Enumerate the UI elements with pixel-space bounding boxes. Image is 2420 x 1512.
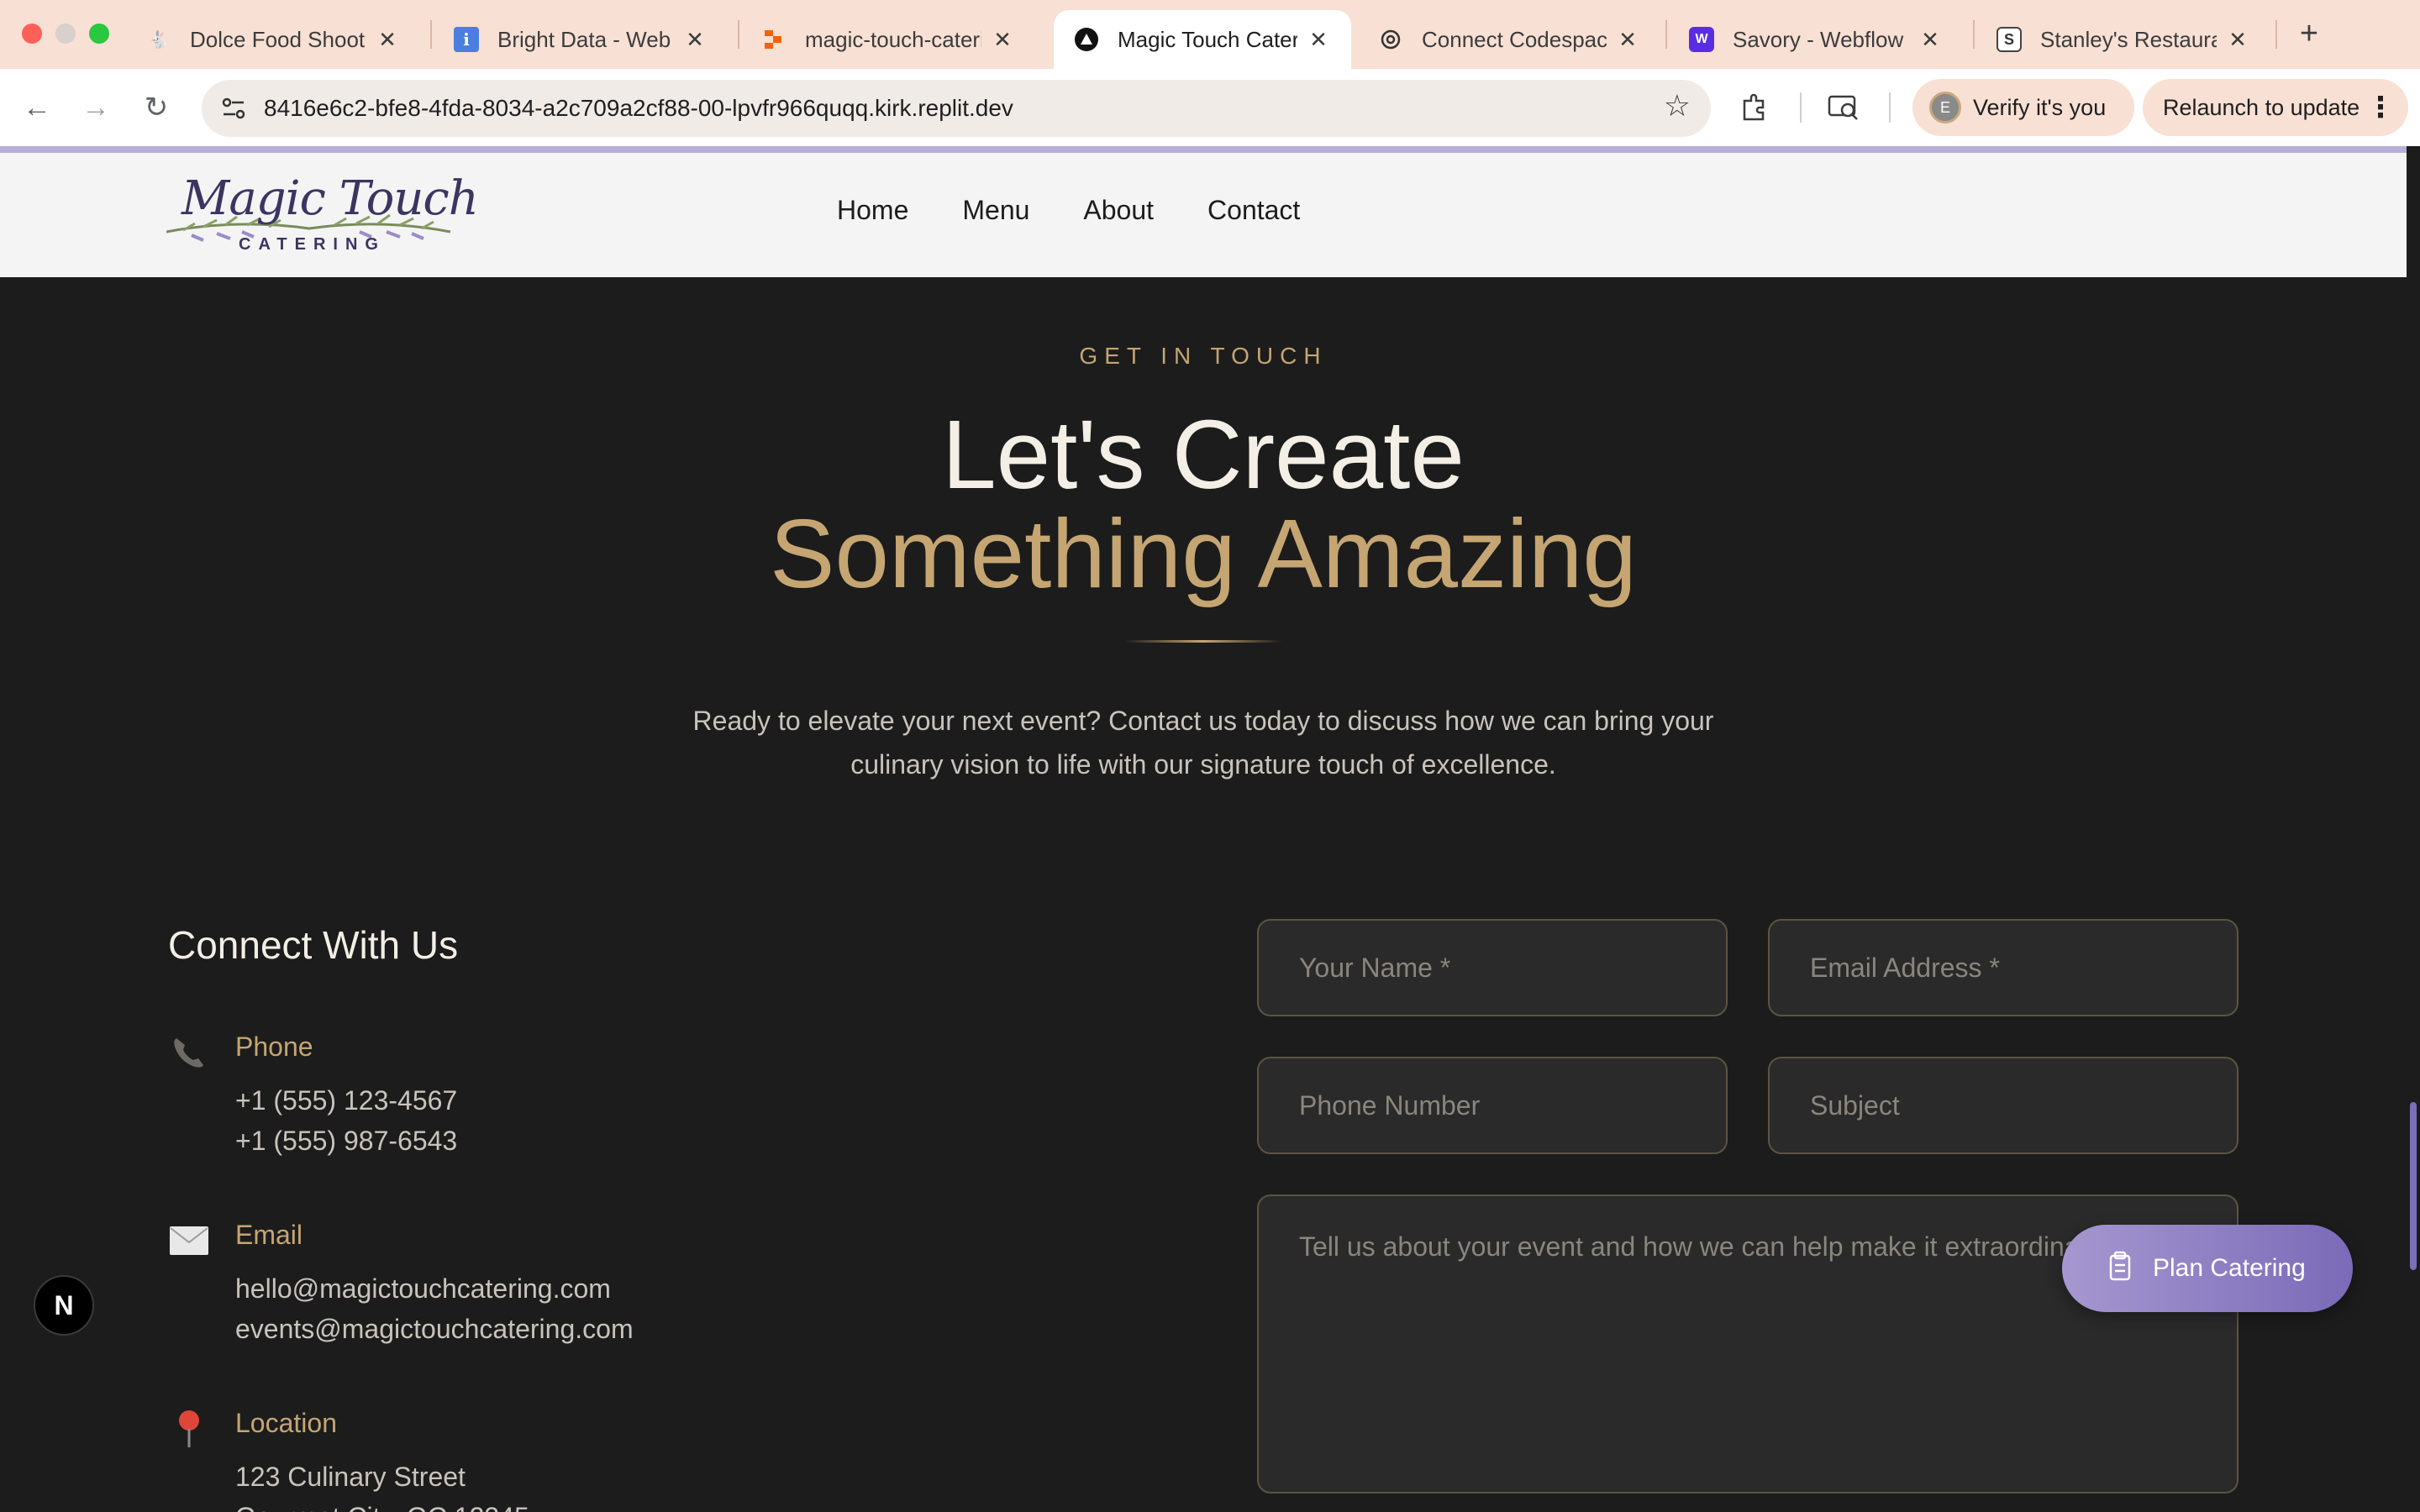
name-input[interactable]	[1259, 921, 1726, 1015]
kebab-menu-icon[interactable]: ⋮	[2366, 91, 2395, 124]
map-pin-icon	[168, 1408, 210, 1450]
phone-field[interactable]	[1257, 1057, 1728, 1154]
tab-title: Dolce Food Shoot	[190, 26, 366, 52]
tab-search-icon[interactable]	[1822, 86, 1865, 129]
close-icon[interactable]: ✕	[1306, 27, 1331, 52]
window-zoom-button[interactable]	[89, 24, 109, 44]
plan-catering-label: Plan Catering	[2153, 1254, 2306, 1282]
site-settings-icon[interactable]	[217, 92, 250, 125]
window-minimize-button[interactable]	[55, 24, 76, 44]
tab-title: Magic Touch Caterin	[1118, 26, 1297, 52]
tab-title: Connect Codespace	[1422, 26, 1607, 52]
nav-link-about[interactable]: About	[1083, 195, 1154, 226]
logo-sub-text: CATERING	[239, 235, 386, 254]
browser-tab[interactable]: Connect Codespace ✕	[1358, 10, 1660, 69]
tab-separator	[430, 20, 432, 49]
plan-catering-button[interactable]: Plan Catering	[2062, 1225, 2353, 1312]
openai-icon	[1378, 27, 1403, 52]
close-icon[interactable]: ✕	[375, 27, 400, 52]
toolbar-divider	[1889, 92, 1891, 123]
location-label: Location	[235, 1408, 337, 1438]
connect-title: Connect With Us	[168, 923, 459, 967]
phone-icon	[168, 1032, 210, 1074]
name-field[interactable]	[1257, 919, 1728, 1016]
info-icon: i	[454, 27, 479, 52]
subject-field[interactable]	[1768, 1057, 2238, 1154]
nav-link-contact[interactable]: Contact	[1207, 195, 1300, 226]
browser-tab-active[interactable]: Magic Touch Caterin ✕	[1054, 10, 1351, 69]
webflow-icon: W	[1689, 27, 1714, 52]
browser-tab[interactable]: W Savory - Webflow E ✕	[1669, 10, 1963, 69]
tab-title: Bright Data - Web D	[497, 26, 674, 52]
email-address[interactable]: events@magictouchcatering.com	[235, 1314, 634, 1345]
nav-link-home[interactable]: Home	[837, 195, 908, 226]
close-icon[interactable]: ✕	[682, 27, 708, 52]
address-line: 123 Culinary Street	[235, 1462, 466, 1492]
clipboard-icon	[2106, 1251, 2134, 1287]
site-header: Magic Touch CATERING Home Menu About Con…	[0, 146, 2407, 277]
phone-label: Phone	[235, 1032, 313, 1062]
browser-tab[interactable]: i Bright Data - Web D ✕	[434, 10, 728, 69]
address-bar[interactable]: 8416e6c2-bfe8-4fda-8034-a2c709a2cf88-00-…	[202, 80, 1711, 137]
url-text: 8416e6c2-bfe8-4fda-8034-a2c709a2cf88-00-…	[264, 95, 1013, 121]
phone-number[interactable]: +1 (555) 123-4567	[235, 1085, 457, 1116]
intro-text: Ready to elevate your next event? Contac…	[692, 706, 1714, 780]
address-line: Gourmet City, GC 12345	[235, 1502, 529, 1512]
phone-input[interactable]	[1259, 1058, 1726, 1152]
browser-tab-bar: 🐇 Dolce Food Shoot ✕ i Bright Data - Web…	[0, 0, 2420, 69]
headline-line-2: Something Amazing	[770, 499, 1637, 608]
site-logo[interactable]: Magic Touch CATERING	[166, 168, 479, 260]
relaunch-label: Relaunch to update	[2163, 94, 2360, 120]
close-icon[interactable]: ✕	[1615, 27, 1640, 52]
relaunch-button[interactable]: Relaunch to update ⋮	[2143, 79, 2408, 136]
page-viewport: Magic Touch CATERING Home Menu About Con…	[0, 146, 2407, 1512]
extensions-icon[interactable]	[1733, 86, 1776, 129]
section-eyebrow: GET IN TOUCH	[1079, 343, 1328, 369]
bookmark-star-icon[interactable]: ☆	[1664, 88, 1691, 123]
close-icon[interactable]: ✕	[990, 27, 1015, 52]
page-scrollbar[interactable]	[2407, 146, 2420, 1512]
tab-title: magic-touch-cateri	[805, 26, 981, 52]
close-icon[interactable]: ✕	[1918, 27, 1943, 52]
email-input[interactable]	[1770, 921, 2237, 1015]
browser-tab[interactable]: magic-touch-cateri ✕	[741, 10, 1035, 69]
tab-separator	[1665, 20, 1667, 49]
verify-label: Verify it's you	[1973, 94, 2107, 120]
logo-script-text: Magic Touch	[182, 171, 479, 226]
replit-icon	[761, 27, 786, 52]
tab-separator	[1973, 20, 1975, 49]
forward-arrow-icon[interactable]: →	[76, 87, 116, 128]
tab-separator	[738, 20, 739, 49]
email-field[interactable]	[1768, 919, 2238, 1016]
back-arrow-icon[interactable]: ←	[17, 87, 57, 128]
s-icon: S	[1996, 27, 2022, 52]
email-label: Email	[235, 1220, 303, 1250]
envelope-icon	[168, 1220, 210, 1262]
tab-separator	[2275, 20, 2277, 49]
browser-tab[interactable]: S Stanley's Restauran ✕	[1976, 10, 2270, 69]
rabbit-icon: 🐇	[148, 30, 170, 50]
scrollbar-thumb[interactable]	[2410, 1102, 2417, 1270]
reload-icon[interactable]: ↻	[136, 87, 176, 128]
tab-title: Stanley's Restauran	[2040, 26, 2217, 52]
tab-title: Savory - Webflow E	[1733, 26, 1909, 52]
subject-input[interactable]	[1770, 1058, 2237, 1152]
verify-identity-button[interactable]: E Verify it's you	[1912, 79, 2134, 136]
close-icon[interactable]: ✕	[2225, 27, 2250, 52]
nextjs-dev-badge[interactable]: N	[34, 1275, 94, 1336]
main-nav: Home Menu About Contact	[837, 195, 1354, 226]
profile-avatar: E	[1929, 92, 1961, 123]
gold-divider	[1124, 640, 1282, 643]
vercel-triangle-icon	[1074, 27, 1099, 52]
nav-link-menu[interactable]: Menu	[962, 195, 1029, 226]
toolbar-divider	[1800, 92, 1802, 123]
headline-line-1: Let's Create	[942, 400, 1465, 509]
phone-number[interactable]: +1 (555) 987-6543	[235, 1126, 457, 1157]
window-close-button[interactable]	[22, 24, 42, 44]
browser-tab[interactable]: 🐇 Dolce Food Shoot ✕	[126, 10, 420, 69]
new-tab-button[interactable]: +	[2289, 13, 2329, 54]
email-address[interactable]: hello@magictouchcatering.com	[235, 1273, 611, 1305]
browser-toolbar: ← → ↻ 8416e6c2-bfe8-4fda-8034-a2c709a2cf…	[0, 69, 2420, 146]
